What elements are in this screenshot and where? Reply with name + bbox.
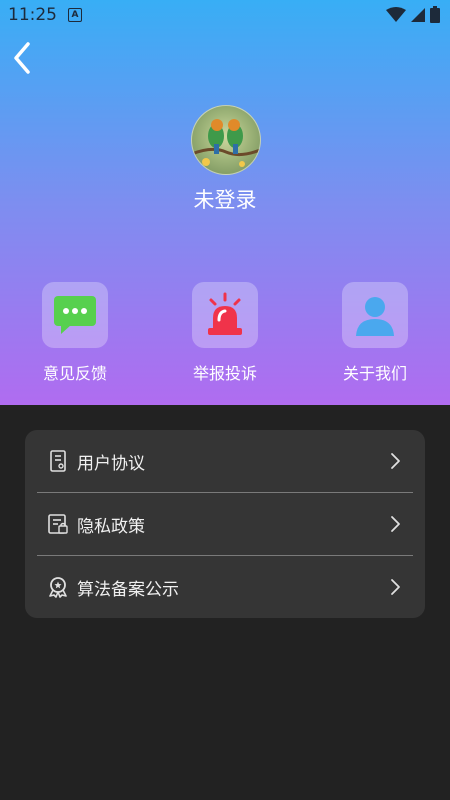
report-button[interactable]: 举报投诉 — [175, 282, 275, 384]
back-button[interactable] — [8, 40, 40, 76]
feedback-tile — [42, 282, 108, 348]
birds-avatar-image — [192, 119, 260, 167]
chevron-right-icon — [391, 516, 400, 532]
profile-header: 11:25 A 未登录 意见反馈 举报投诉 关于我们 — [0, 0, 450, 405]
status-icons — [386, 6, 440, 23]
back-chevron-icon — [14, 42, 30, 74]
signal-icon — [411, 7, 425, 22]
privacy-doc-icon — [48, 514, 68, 534]
status-time: 11:25 — [8, 5, 57, 25]
alarm-siren-icon — [208, 292, 242, 335]
chevron-right-icon — [391, 453, 400, 469]
menu-item-label: 算法备案公示 — [77, 580, 179, 600]
report-tile — [192, 282, 258, 348]
avatar[interactable] — [191, 105, 261, 175]
nickname[interactable]: 未登录 — [0, 184, 450, 214]
award-badge-icon — [49, 577, 67, 598]
menu-card: 用户协议 隐私政策 算法备案公示 — [25, 430, 425, 618]
person-icon — [356, 297, 394, 336]
chat-bubble-icon — [54, 296, 96, 334]
menu-item-privacy-policy[interactable]: 隐私政策 — [37, 493, 413, 555]
report-label: 举报投诉 — [192, 364, 257, 383]
status-bar: 11:25 A — [0, 0, 450, 30]
menu-item-algorithm-filing[interactable]: 算法备案公示 — [37, 556, 413, 618]
chevron-right-icon — [391, 579, 400, 595]
about-tile — [342, 282, 408, 348]
wifi-icon — [386, 6, 406, 22]
feedback-button[interactable]: 意见反馈 — [25, 282, 125, 384]
menu-item-label: 隐私政策 — [77, 517, 145, 537]
menu-item-user-agreement[interactable]: 用户协议 — [37, 430, 413, 492]
battery-icon — [430, 6, 440, 23]
about-button[interactable]: 关于我们 — [325, 282, 425, 384]
feedback-label: 意见反馈 — [42, 364, 107, 383]
about-label: 关于我们 — [342, 364, 407, 383]
menu-item-label: 用户协议 — [77, 454, 145, 474]
a-icon: A — [68, 8, 82, 22]
agreement-doc-icon — [50, 450, 66, 472]
